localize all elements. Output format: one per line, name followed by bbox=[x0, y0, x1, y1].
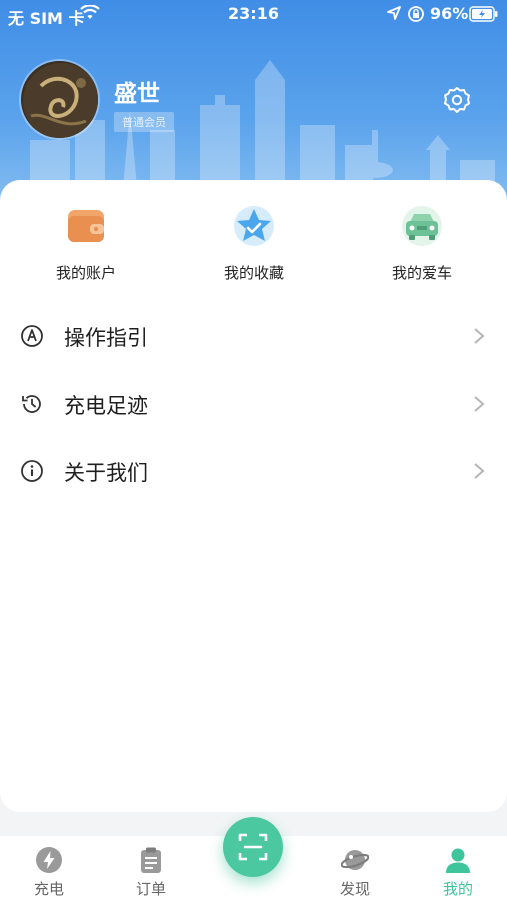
chevron-right-icon bbox=[474, 328, 485, 344]
lightning-icon bbox=[36, 847, 62, 873]
tab-charging[interactable]: 充电 bbox=[9, 836, 89, 900]
status-bar: 无 SIM 卡 23:16 96% bbox=[0, 0, 507, 30]
star-icon bbox=[234, 206, 274, 246]
location-arrow-icon bbox=[387, 6, 401, 20]
guide-icon bbox=[21, 325, 43, 347]
shortcut-label: 我的收藏 bbox=[223, 264, 284, 282]
battery-icon bbox=[469, 6, 498, 22]
history-icon bbox=[22, 395, 41, 413]
menu-label: 操作指引 bbox=[64, 326, 148, 350]
member-level-badge: 普通会员 bbox=[114, 112, 174, 132]
shortcut-my-favorites[interactable]: 我的收藏 bbox=[189, 204, 319, 283]
tab-label: 发现 bbox=[339, 880, 370, 898]
username: 盛世 bbox=[114, 81, 160, 107]
scan-button[interactable] bbox=[223, 817, 283, 877]
scan-icon bbox=[238, 833, 268, 861]
tab-label: 订单 bbox=[135, 880, 166, 898]
shortcut-my-account[interactable]: 我的账户 bbox=[21, 204, 151, 283]
menu-item-about-us[interactable]: 关于我们 bbox=[0, 443, 507, 499]
battery-percent: 96% bbox=[430, 4, 469, 23]
tab-discover[interactable]: 发现 bbox=[315, 836, 395, 900]
shortcut-label: 我的爱车 bbox=[391, 264, 452, 282]
chevron-right-icon bbox=[474, 396, 485, 412]
tab-label: 我的 bbox=[442, 880, 473, 898]
shortcut-my-car[interactable]: 我的爱车 bbox=[357, 204, 487, 283]
menu-item-operation-guide[interactable]: 操作指引 bbox=[0, 308, 507, 364]
gear-icon[interactable] bbox=[443, 86, 471, 114]
menu-item-charging-history[interactable]: 充电足迹 bbox=[0, 376, 507, 432]
menu-label: 关于我们 bbox=[64, 461, 148, 485]
user-icon bbox=[446, 848, 470, 873]
tab-orders[interactable]: 订单 bbox=[111, 836, 191, 900]
info-icon bbox=[21, 460, 43, 482]
avatar[interactable] bbox=[19, 59, 100, 140]
clipboard-icon bbox=[141, 847, 161, 873]
tab-label: 充电 bbox=[33, 880, 64, 898]
menu-label: 充电足迹 bbox=[64, 394, 148, 418]
wallet-icon bbox=[68, 210, 104, 242]
tab-mine[interactable]: 我的 bbox=[418, 836, 498, 900]
rotation-lock-icon bbox=[408, 6, 424, 22]
content-card: 我的账户 我的收藏 我的爱车 操作指引 充电足迹 关于我们 bbox=[0, 180, 507, 812]
planet-icon bbox=[341, 850, 369, 870]
chevron-right-icon bbox=[474, 463, 485, 479]
shortcut-label: 我的账户 bbox=[55, 264, 116, 282]
car-icon bbox=[402, 206, 442, 246]
